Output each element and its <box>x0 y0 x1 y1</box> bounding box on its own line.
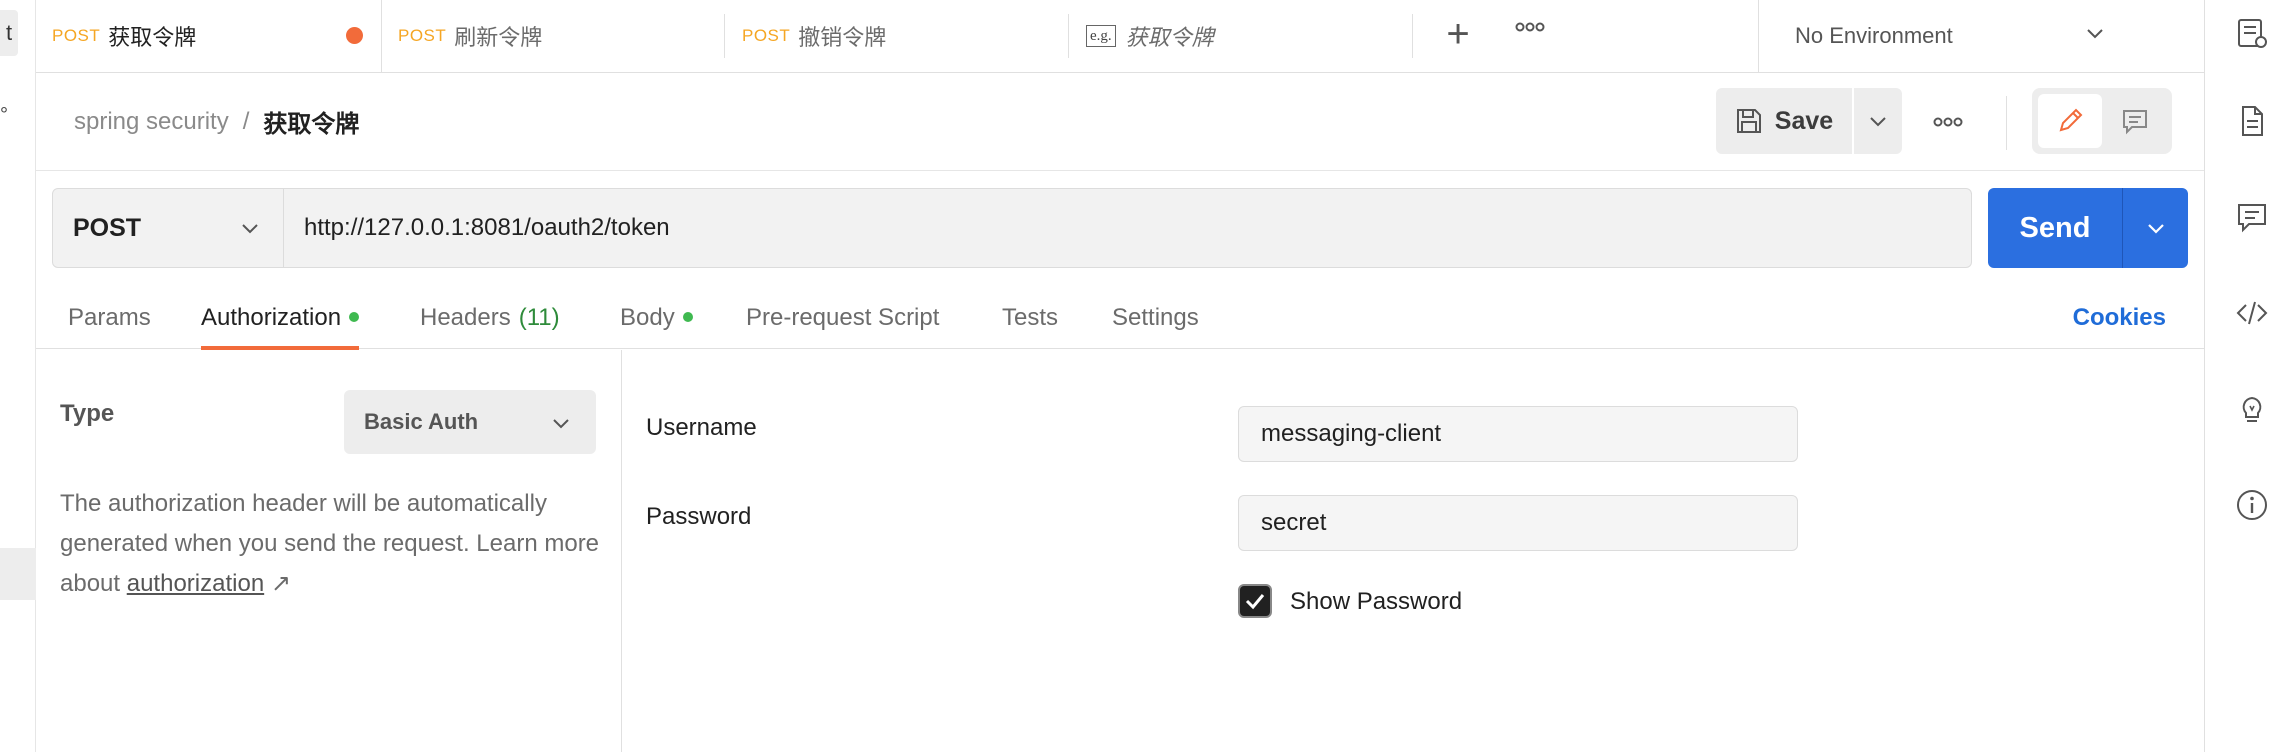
tab-authorization-label: Authorization <box>201 304 342 331</box>
auth-type-label: Type <box>60 400 115 427</box>
sidebar-selected-item[interactable] <box>0 548 36 600</box>
authorization-docs-link[interactable]: authorization <box>127 570 264 597</box>
tab-divider <box>1068 14 1069 58</box>
password-field[interactable] <box>1238 495 1798 551</box>
environment-label: No Environment <box>1795 23 1953 48</box>
tab-get-token[interactable]: POST 获取令牌 <box>36 0 382 72</box>
tab-pre-request-script[interactable]: Pre-request Script <box>746 304 939 349</box>
tab-divider <box>724 14 725 58</box>
auth-description: The authorization header will be automat… <box>60 484 600 604</box>
lightbulb-icon[interactable] <box>2235 392 2269 426</box>
tab-params[interactable]: Params <box>68 304 151 349</box>
tab-refresh-token[interactable]: POST 刷新令牌 <box>382 0 724 72</box>
tab-body[interactable]: Body <box>620 304 693 349</box>
url-input[interactable] <box>284 188 1972 268</box>
tab-method: POST <box>398 26 447 45</box>
toolbar-divider <box>2006 96 2007 150</box>
request-subtabs: Params Authorization Headers (11) Body Pr… <box>36 290 2204 350</box>
save-disk-icon <box>1736 109 1761 133</box>
tab-headers-label: Headers <box>420 304 511 331</box>
breadcrumb-request-title[interactable]: 获取令牌 <box>263 104 359 139</box>
save-label: Save <box>1774 106 1834 135</box>
comments-icon[interactable] <box>2235 200 2269 234</box>
breadcrumb: spring security / 获取令牌 <box>74 104 359 139</box>
sidebar-cut-item[interactable]: ° <box>0 104 8 127</box>
active-dot-icon <box>349 311 360 322</box>
chevron-down-icon <box>550 412 572 440</box>
show-password-checkbox[interactable] <box>1238 584 1272 618</box>
checkmark-icon <box>1245 594 1265 610</box>
left-sidebar-edge: t ° <box>0 0 36 752</box>
tab-authorization[interactable]: Authorization <box>201 304 360 350</box>
active-dot-icon <box>682 311 693 322</box>
tab-method: POST <box>742 26 791 45</box>
username-label: Username <box>646 414 757 441</box>
tab-example-get-token[interactable]: e.g. 获取令牌 <box>1070 0 1412 72</box>
http-method-value: POST <box>73 213 142 242</box>
documentation-icon[interactable] <box>2235 104 2269 138</box>
unsaved-dot-icon <box>346 27 363 44</box>
tab-revoke-token[interactable]: POST 撤销令牌 <box>726 0 1068 72</box>
tab-title: 刷新令牌 <box>454 25 543 50</box>
save-group: Save <box>1716 88 1902 154</box>
edit-comment-mode-toggle <box>2032 88 2172 154</box>
chevron-down-icon <box>2084 22 2106 50</box>
breadcrumb-separator: / <box>242 107 250 135</box>
send-options-chevron-icon[interactable] <box>2123 188 2188 268</box>
save-button[interactable]: Save <box>1716 88 1852 154</box>
http-method-select[interactable]: POST <box>52 188 284 268</box>
tab-method: POST <box>52 26 101 45</box>
send-button[interactable]: Send <box>1988 188 2122 268</box>
code-icon[interactable] <box>2235 296 2269 330</box>
tab-divider <box>1412 14 1413 58</box>
tab-options-more-icon[interactable] <box>1508 20 1552 50</box>
comment-mode-icon[interactable] <box>2104 94 2166 148</box>
header-divider <box>36 170 2204 171</box>
auth-type-select[interactable]: Basic Auth <box>344 390 596 454</box>
password-label: Password <box>646 503 752 530</box>
tab-title: 获取令牌 <box>108 25 197 50</box>
tab-tests[interactable]: Tests <box>1002 304 1058 349</box>
request-tab-bar: POST 获取令牌 POST 刷新令牌 POST 撤销令牌 e.g. 获取令牌 … <box>36 0 2204 73</box>
environment-selector[interactable]: No Environment <box>1758 0 2204 72</box>
request-more-icon[interactable] <box>1926 104 1970 140</box>
right-context-rail <box>2204 0 2296 752</box>
chevron-down-icon <box>239 217 261 246</box>
environment-quick-look-icon[interactable] <box>2235 16 2269 50</box>
info-icon[interactable] <box>2235 488 2269 522</box>
send-group: Send <box>1988 188 2188 268</box>
cookies-link[interactable]: Cookies <box>2073 304 2166 332</box>
auth-type-value: Basic Auth <box>364 409 479 434</box>
pencil-icon[interactable] <box>2038 94 2102 148</box>
external-link-arrow-icon: ↗ <box>270 570 291 597</box>
new-tab-plus-icon[interactable]: + <box>1436 14 1480 58</box>
show-password-label: Show Password <box>1290 588 1463 615</box>
auth-type-panel: Type Basic Auth The authorization header… <box>36 350 622 752</box>
tab-title: 获取令牌 <box>1125 25 1214 50</box>
tab-settings[interactable]: Settings <box>1112 304 1199 349</box>
headers-count: (11) <box>518 304 560 331</box>
breadcrumb-collection[interactable]: spring security <box>74 108 229 136</box>
tab-body-label: Body <box>620 304 675 331</box>
tab-title: 撤销令牌 <box>798 25 887 50</box>
tab-headers[interactable]: Headers (11) <box>420 304 560 349</box>
save-options-chevron-icon[interactable] <box>1854 88 1902 154</box>
username-field[interactable] <box>1238 406 1798 462</box>
example-icon: e.g. <box>1086 25 1116 47</box>
sidebar-cut-tab[interactable]: t <box>0 10 18 56</box>
